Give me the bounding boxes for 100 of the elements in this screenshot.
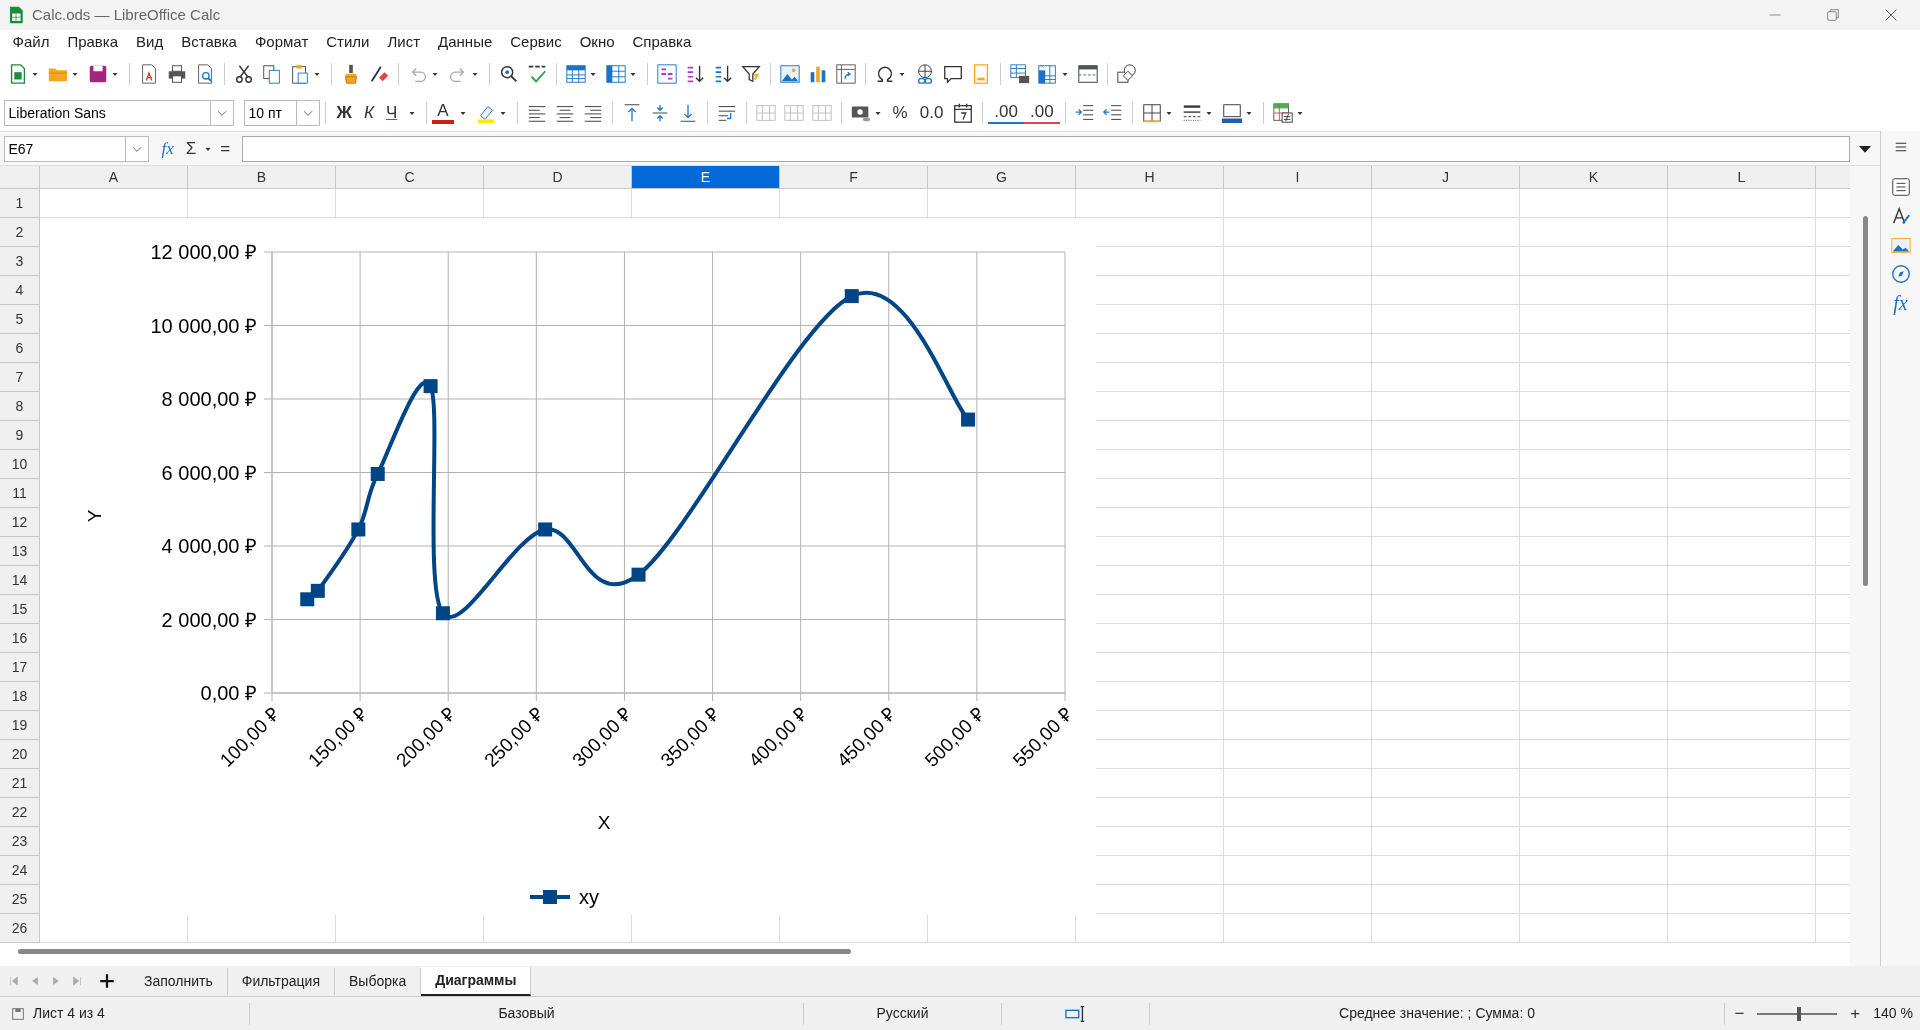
row-header[interactable]: 9	[0, 421, 40, 450]
row-header[interactable]: 15	[0, 595, 40, 624]
slider-thumb[interactable]	[1796, 1006, 1801, 1021]
y-tick-label: 2 000,00 ₽	[161, 608, 257, 631]
calendar-icon[interactable]	[952, 101, 975, 124]
sum-button[interactable]: Σ	[179, 137, 203, 160]
number-format-button[interactable]: 0.0	[913, 101, 950, 124]
add-decimal-button[interactable]: .00	[988, 101, 1024, 124]
row-header[interactable]: 17	[0, 653, 40, 682]
menu-item[interactable]: Вставка	[172, 30, 246, 54]
underline-button[interactable]: Ч	[379, 101, 404, 124]
column-header[interactable]: A	[40, 166, 188, 188]
zoom-in-button[interactable]: +	[1844, 1002, 1867, 1025]
row-header[interactable]: 25	[0, 885, 40, 914]
scrollbar-thumb[interactable]	[1862, 216, 1868, 586]
row-header[interactable]: 1	[0, 189, 40, 218]
table-icon[interactable]	[564, 63, 587, 85]
bold-button[interactable]: Ж	[330, 101, 358, 124]
document-status-icon[interactable]	[10, 1005, 26, 1022]
menu-item[interactable]: Сервис	[501, 30, 571, 54]
row-header[interactable]: 16	[0, 624, 40, 653]
row-header[interactable]: 8	[0, 392, 40, 421]
sheet-tab[interactable]: Фильтрация	[227, 967, 335, 995]
x-axis-title: X	[597, 812, 611, 833]
row-header[interactable]: 14	[0, 566, 40, 595]
delete-decimal-button[interactable]: .00	[1024, 101, 1060, 124]
row-header[interactable]: 21	[0, 769, 40, 798]
column-header[interactable]: E	[632, 166, 780, 188]
menu-item[interactable]: Файл	[3, 30, 59, 54]
row-header[interactable]: 19	[0, 711, 40, 740]
compass-icon[interactable]	[1889, 263, 1912, 285]
scrollbar-thumb[interactable]	[18, 948, 851, 954]
formula-button[interactable]: =	[214, 137, 237, 160]
menu-item[interactable]: Вид	[127, 30, 173, 54]
spreadsheet-icon	[7, 6, 25, 24]
italic-button[interactable]: К	[357, 101, 380, 124]
copy-icon[interactable]	[260, 63, 283, 85]
menu-item[interactable]: Окно	[570, 30, 624, 54]
functions-button[interactable]: fx	[1893, 292, 1908, 314]
close-icon[interactable]	[1883, 7, 1899, 23]
row-header[interactable]: 12	[0, 508, 40, 537]
border-color-icon[interactable]	[1220, 101, 1243, 124]
sort-icon[interactable]	[655, 63, 678, 85]
menu-item[interactable]: Лист	[378, 30, 430, 54]
column-header[interactable]: J	[1372, 166, 1520, 188]
row-header[interactable]: 5	[0, 305, 40, 334]
plus-icon[interactable]	[98, 972, 116, 990]
font-name-field[interactable]: Liberation Sans	[3, 99, 210, 126]
row-header[interactable]: 23	[0, 827, 40, 856]
row-header[interactable]: 10	[0, 450, 40, 479]
properties-icon[interactable]	[1889, 176, 1912, 198]
borders-icon[interactable]	[1140, 101, 1163, 124]
legend-symbol	[530, 890, 570, 904]
row-header[interactable]: 18	[0, 682, 40, 711]
column-header[interactable]: G	[928, 166, 1076, 188]
column-header[interactable]: F	[780, 166, 928, 188]
row-header[interactable]: 11	[0, 479, 40, 508]
zoom-out-button[interactable]: −	[1728, 1002, 1751, 1025]
row-header[interactable]: 4	[0, 276, 40, 305]
column-header[interactable]: K	[1520, 166, 1668, 188]
speech-bubble-icon[interactable]	[941, 63, 964, 85]
font-color-button[interactable]: A	[432, 101, 454, 124]
row-header[interactable]: 24	[0, 856, 40, 885]
row-header[interactable]: 13	[0, 537, 40, 566]
zoom-level: 140 %	[1873, 1004, 1913, 1023]
image-icon[interactable]	[778, 63, 801, 85]
column-header[interactable]: L	[1668, 166, 1816, 188]
font-size-field[interactable]: 10 пт	[243, 99, 296, 126]
row-header[interactable]: 2	[0, 218, 40, 247]
split-window-icon[interactable]	[1076, 63, 1099, 85]
pivot-table-icon[interactable]	[834, 63, 857, 85]
restore-icon[interactable]	[1825, 7, 1841, 23]
menu-item[interactable]: Правка	[58, 30, 128, 54]
column-header[interactable]: C	[336, 166, 484, 188]
menu-item[interactable]: Справка	[623, 30, 701, 54]
funnel-icon[interactable]	[739, 63, 762, 85]
sheet-tab[interactable]: Заполнить	[130, 967, 228, 995]
row-header[interactable]: 6	[0, 334, 40, 363]
table-columns-icon[interactable]	[604, 63, 627, 85]
row-header[interactable]: 26	[0, 914, 40, 943]
conditional-format-icon[interactable]	[1271, 101, 1294, 124]
row-header[interactable]: 20	[0, 740, 40, 769]
function-wizard-button[interactable]: fx	[155, 137, 180, 160]
menu-item[interactable]: Данные	[429, 30, 502, 54]
percent-button[interactable]: %	[886, 101, 914, 124]
row-header[interactable]: 7	[0, 363, 40, 392]
sheet-tab[interactable]: Диаграммы	[421, 966, 532, 996]
menu-item[interactable]: Формат	[245, 30, 318, 54]
column-header[interactable]: I	[1224, 166, 1372, 188]
shapes-icon[interactable]	[1115, 63, 1138, 85]
row-header[interactable]: 22	[0, 798, 40, 827]
column-header[interactable]: H	[1076, 166, 1224, 188]
column-header[interactable]: B	[188, 166, 336, 188]
menu-item[interactable]: Стили	[317, 30, 379, 54]
row-header[interactable]: 3	[0, 247, 40, 276]
formula-input[interactable]	[242, 135, 1850, 162]
name-box[interactable]: E67	[3, 135, 125, 162]
selection-summary: Среднее значение: ; Сумма: 0	[1339, 1004, 1535, 1023]
print-area-icon[interactable]	[1008, 63, 1031, 85]
freeze-icon[interactable]	[1036, 63, 1059, 85]
